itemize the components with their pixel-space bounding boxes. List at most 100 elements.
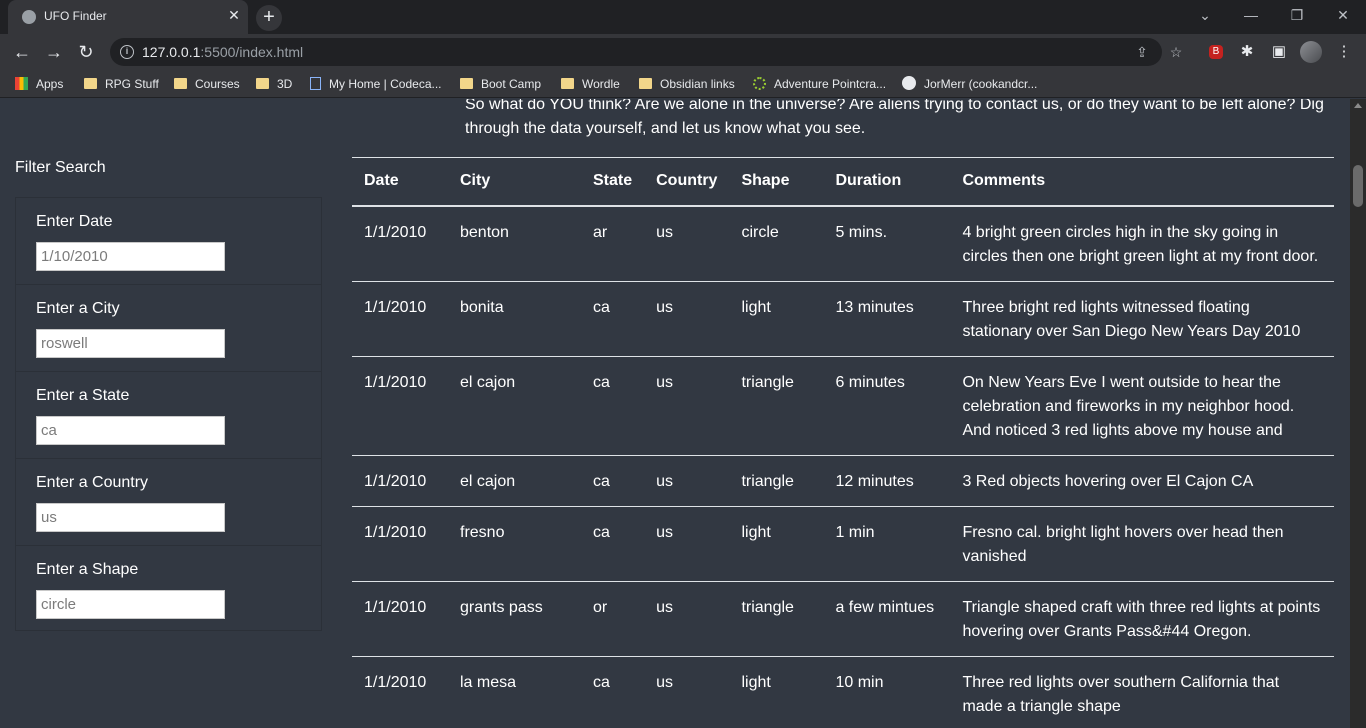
bookmark-github[interactable]: JorMerr (cookandcr... bbox=[902, 76, 1037, 92]
city-label: Enter a City bbox=[36, 300, 120, 317]
cell-shape: light bbox=[729, 281, 824, 357]
filter-panel: Enter Date Enter a City Enter a State En… bbox=[15, 197, 322, 631]
comment-text: Triangle shaped craft with three red lig… bbox=[962, 598, 1321, 640]
comment-text: 3 Red objects hovering over El Cajon CA bbox=[962, 472, 1254, 490]
cell-date: 1/1/2010 bbox=[352, 205, 448, 282]
scrollbar-thumb[interactable] bbox=[1353, 165, 1363, 207]
filter-group-country: Enter a Country bbox=[16, 459, 321, 546]
bookmark-codecademy[interactable]: My Home | Codeca... bbox=[310, 76, 442, 92]
more-menu-icon[interactable]: ⋮ bbox=[1334, 42, 1354, 62]
tab-search-chevron-icon[interactable]: ⌄ bbox=[1182, 0, 1228, 30]
cell-date: 1/1/2010 bbox=[352, 281, 448, 357]
cell-city: la mesa bbox=[448, 656, 581, 728]
cell-state: ar bbox=[581, 205, 645, 282]
bookmark-apps[interactable]: Apps bbox=[15, 76, 63, 92]
cell-shape: circle bbox=[729, 205, 824, 282]
bookmark-adventure-pointcrawl[interactable]: Adventure Pointcra... bbox=[753, 76, 886, 92]
reload-icon[interactable]: ↻ bbox=[74, 40, 98, 64]
cell-country: us bbox=[644, 581, 730, 657]
country-input[interactable] bbox=[36, 503, 225, 532]
browser-tab[interactable]: UFO Finder ✕ bbox=[8, 0, 248, 34]
shape-label: Enter a Shape bbox=[36, 561, 139, 578]
cell-comments: 3 Red objects hovering over El Cajon CA bbox=[950, 455, 1334, 507]
table-row: 1/1/2010 el cajon ca us triangle 12 minu… bbox=[352, 455, 1334, 507]
cell-state: or bbox=[581, 581, 645, 657]
city-input[interactable] bbox=[36, 329, 225, 358]
close-tab-icon[interactable]: ✕ bbox=[226, 7, 242, 23]
comment-text: Fresno cal. bright light hovers over hea… bbox=[962, 523, 1284, 565]
header-city: City bbox=[448, 157, 581, 207]
page-scrollbar[interactable] bbox=[1350, 99, 1366, 728]
country-label: Enter a Country bbox=[36, 474, 149, 491]
filter-group-shape: Enter a Shape bbox=[16, 546, 321, 633]
folder-icon bbox=[460, 78, 473, 89]
cell-state: ca bbox=[581, 281, 645, 357]
cell-duration: 6 minutes bbox=[823, 356, 951, 456]
cell-city: el cajon bbox=[448, 455, 581, 507]
address-bar[interactable]: i 127.0.0.1:5500/index.html ⇪ ☆ bbox=[110, 38, 1182, 66]
cell-shape: triangle bbox=[729, 455, 824, 507]
table-row: 1/1/2010 bonita ca us light 13 minutes T… bbox=[352, 281, 1334, 357]
table-row: 1/1/2010 la mesa ca us light 10 min Thre… bbox=[352, 656, 1334, 728]
header-country: Country bbox=[644, 157, 730, 207]
info-icon[interactable]: i bbox=[120, 45, 134, 59]
cell-comments: Three red lights over southern Californi… bbox=[950, 656, 1334, 728]
header-date: Date bbox=[352, 157, 448, 207]
cell-state: ca bbox=[581, 656, 645, 728]
star-icon[interactable]: ☆ bbox=[1166, 42, 1186, 62]
extension-icon[interactable]: B bbox=[1209, 45, 1223, 59]
back-arrow-icon[interactable]: ← bbox=[10, 40, 34, 64]
forward-arrow-icon[interactable]: → bbox=[42, 40, 66, 64]
cell-duration: 5 mins. bbox=[823, 205, 951, 282]
comment-text: On New Years Eve I went outside to hear … bbox=[962, 373, 1295, 439]
cell-comments: On New Years Eve I went outside to hear … bbox=[950, 356, 1334, 456]
close-window-icon[interactable]: ✕ bbox=[1320, 0, 1366, 30]
bookmark-rpg-stuff[interactable]: RPG Stuff bbox=[84, 76, 159, 92]
cell-country: us bbox=[644, 656, 730, 728]
cell-city: fresno bbox=[448, 506, 581, 582]
minimize-icon[interactable]: — bbox=[1228, 0, 1274, 30]
cell-country: us bbox=[644, 506, 730, 582]
github-icon bbox=[902, 76, 916, 90]
table-row: 1/1/2010 el cajon ca us triangle 6 minut… bbox=[352, 356, 1334, 456]
header-duration: Duration bbox=[823, 157, 951, 207]
url-text[interactable]: 127.0.0.1:5500/index.html bbox=[142, 44, 303, 60]
date-input[interactable] bbox=[36, 242, 225, 271]
restore-icon[interactable]: ❐ bbox=[1274, 0, 1320, 30]
bookmark-wordle[interactable]: Wordle bbox=[561, 76, 620, 92]
intro-paragraph: So what do YOU think? Are we alone in th… bbox=[465, 99, 1324, 137]
new-tab-button[interactable]: + bbox=[256, 5, 282, 31]
cell-shape: light bbox=[729, 506, 824, 582]
cell-comments: 4 bright green circles high in the sky g… bbox=[950, 205, 1334, 282]
comment-text: Three bright red lights witnessed floati… bbox=[962, 298, 1301, 340]
date-label: Enter Date bbox=[36, 213, 113, 230]
bookmark-obsidian-links[interactable]: Obsidian links bbox=[639, 76, 735, 92]
browser-toolbar: ← → ↻ i 127.0.0.1:5500/index.html ⇪ ☆ B … bbox=[0, 34, 1366, 70]
cell-duration: 12 minutes bbox=[823, 455, 951, 507]
cell-state: ca bbox=[581, 455, 645, 507]
scroll-up-arrow-icon[interactable] bbox=[1354, 103, 1362, 108]
cell-duration: 1 min bbox=[823, 506, 951, 582]
cell-date: 1/1/2010 bbox=[352, 356, 448, 456]
state-input[interactable] bbox=[36, 416, 225, 445]
cell-shape: light bbox=[729, 656, 824, 728]
cell-state: ca bbox=[581, 356, 645, 456]
page-content: So what do YOU think? Are we alone in th… bbox=[0, 99, 1350, 728]
cell-date: 1/1/2010 bbox=[352, 455, 448, 507]
side-panel-icon[interactable]: ▣ bbox=[1269, 42, 1289, 62]
puzzle-icon[interactable]: ✱ bbox=[1237, 42, 1257, 62]
tab-strip: UFO Finder ✕ + ⌄ — ❐ ✕ bbox=[0, 0, 1366, 34]
bookmark-courses[interactable]: Courses bbox=[174, 76, 240, 92]
state-label: Enter a State bbox=[36, 387, 130, 404]
share-icon[interactable]: ⇪ bbox=[1132, 42, 1152, 62]
shape-input[interactable] bbox=[36, 590, 225, 619]
bookmark-boot-camp[interactable]: Boot Camp bbox=[460, 76, 541, 92]
folder-icon bbox=[561, 78, 574, 89]
bookmarks-bar: Apps RPG Stuff Courses 3D My Home | Code… bbox=[0, 70, 1366, 98]
page-icon bbox=[310, 77, 321, 90]
gear-icon bbox=[753, 77, 766, 90]
folder-icon bbox=[256, 78, 269, 89]
bookmark-3d[interactable]: 3D bbox=[256, 76, 292, 92]
profile-avatar[interactable] bbox=[1300, 41, 1322, 63]
ufo-sightings-table: Date City State Country Shape Duration C… bbox=[352, 157, 1334, 728]
